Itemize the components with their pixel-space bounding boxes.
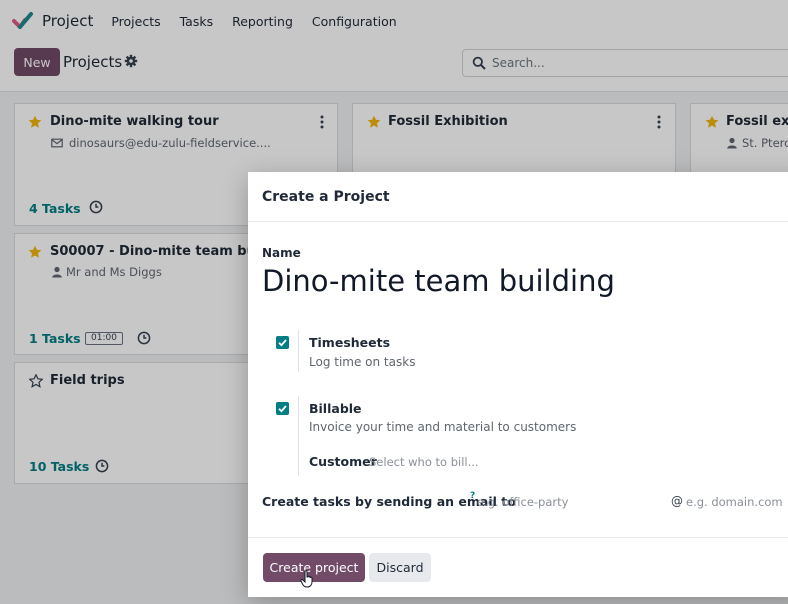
- dialog-header: Create a Project: [248, 172, 788, 222]
- create-project-dialog: Create a Project Name Dino-mite team bui…: [248, 172, 788, 597]
- project-name-input[interactable]: Dino-mite team building: [262, 264, 615, 298]
- discard-button[interactable]: Discard: [369, 553, 431, 582]
- hand-pointer-cursor-icon: [300, 570, 313, 588]
- billable-label: Billable: [309, 401, 362, 416]
- at-sign: @: [671, 494, 683, 508]
- alias-domain-input[interactable]: e.g. domain.com: [686, 495, 783, 509]
- customer-label: Customer: [309, 454, 377, 469]
- billable-divider: [298, 396, 299, 476]
- dialog-title: Create a Project: [262, 189, 390, 205]
- dialog-footer: Create project Discard: [248, 537, 788, 597]
- timesheets-divider: [298, 330, 299, 372]
- customer-input[interactable]: Select who to bill...: [369, 455, 479, 469]
- create-project-button[interactable]: Create project: [263, 553, 365, 582]
- name-label: Name: [262, 246, 301, 260]
- help-tooltip-icon[interactable]: ?: [470, 491, 475, 501]
- timesheets-label: Timesheets: [309, 335, 391, 350]
- billable-checkbox[interactable]: [276, 402, 289, 415]
- billable-description: Invoice your time and material to custom…: [309, 420, 577, 434]
- timesheets-description: Log time on tasks: [309, 355, 416, 369]
- alias-name-input[interactable]: e.g. office-party: [477, 495, 568, 509]
- checkmark-icon: [278, 339, 287, 347]
- timesheets-checkbox[interactable]: [276, 336, 289, 349]
- checkmark-icon: [278, 405, 287, 413]
